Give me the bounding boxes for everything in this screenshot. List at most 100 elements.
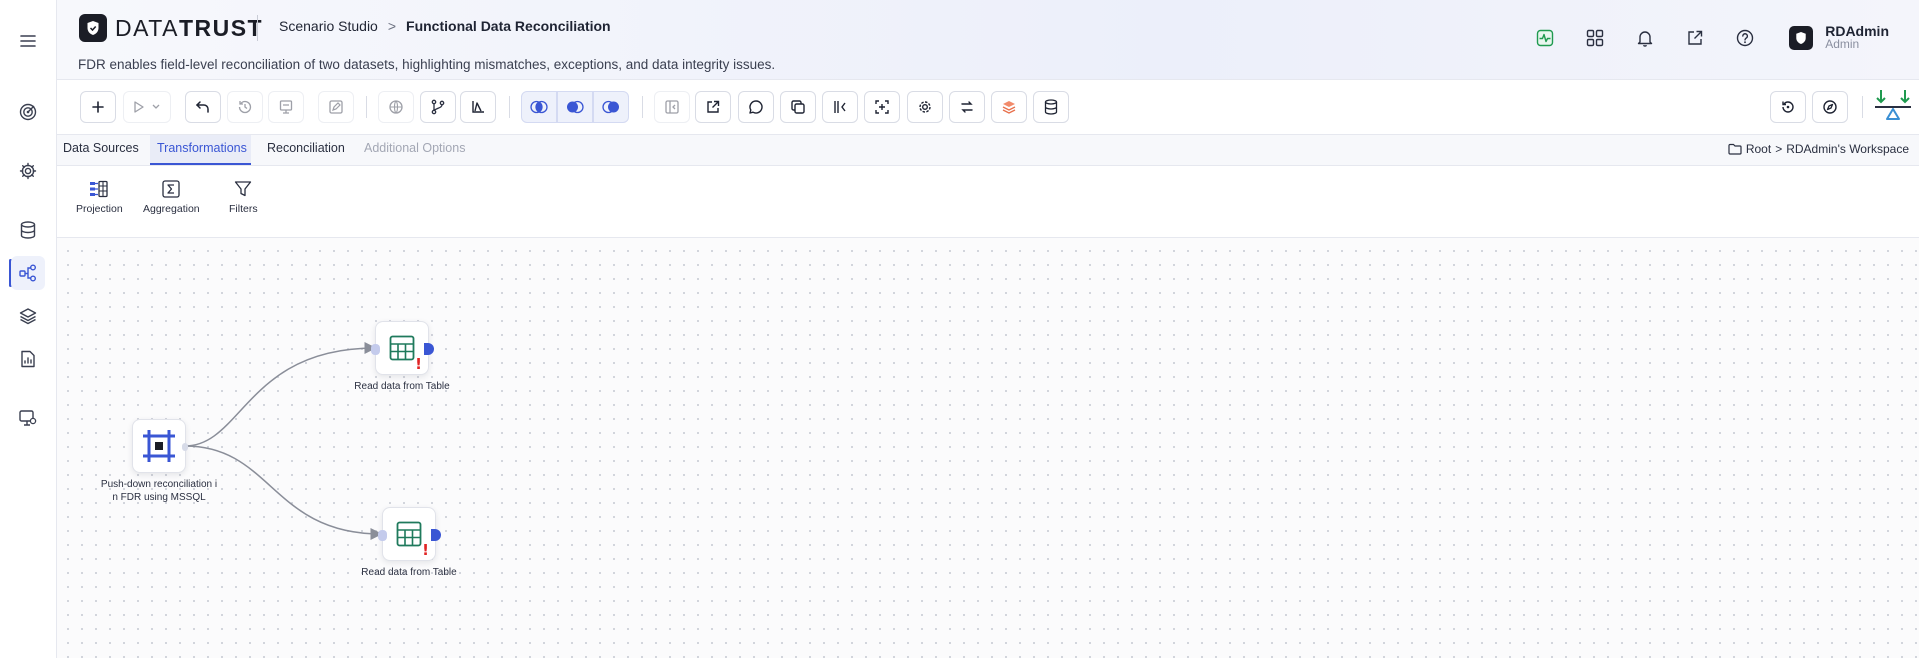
database-icon[interactable]: [11, 213, 45, 247]
filter-icon: [235, 181, 252, 197]
user-menu[interactable]: RDAdmin Admin: [1789, 24, 1889, 51]
user-role: Admin: [1825, 37, 1860, 51]
bell-icon[interactable]: [1633, 26, 1657, 50]
breadcrumb-studio[interactable]: Scenario Studio: [279, 18, 378, 34]
config-button[interactable]: [907, 91, 943, 123]
brand-name: DATATRUST: [115, 14, 264, 41]
tab-transformations[interactable]: Transformations: [157, 141, 247, 155]
tab-data-sources[interactable]: Data Sources: [63, 141, 139, 155]
palette-label: Filters: [229, 203, 258, 215]
breadcrumb-current: Functional Data Reconciliation: [406, 18, 611, 34]
deploy-button[interactable]: [268, 91, 304, 123]
toolbar-divider: [366, 96, 367, 118]
user-shield-icon: [1789, 25, 1814, 50]
warning-icon[interactable]: !: [422, 541, 429, 559]
right-join-button[interactable]: [593, 91, 629, 123]
page-description: FDR enables field-level reconciliation o…: [78, 57, 776, 72]
connection-wires: [184, 342, 383, 540]
palette-projection[interactable]: Projection: [76, 180, 123, 215]
toolbar-divider: [509, 96, 510, 118]
edge-to-read1: [184, 342, 377, 447]
help-icon[interactable]: [1733, 26, 1757, 50]
apps-grid-icon[interactable]: [1583, 26, 1607, 50]
breadcrumb: Scenario Studio > Functional Data Reconc…: [279, 18, 611, 34]
app-header: DATATRUST Scenario Studio > Functional D…: [57, 0, 1919, 80]
edit-button[interactable]: [318, 91, 354, 123]
compass-button[interactable]: [1812, 91, 1848, 123]
left-join-button[interactable]: [557, 91, 593, 123]
open-external-button[interactable]: [695, 91, 731, 123]
workspace-name[interactable]: RDAdmin's Workspace: [1786, 142, 1909, 156]
palette-aggregation[interactable]: Aggregation: [143, 180, 200, 215]
palette-filters[interactable]: Filters: [229, 180, 258, 215]
reconcile-node-icon: [143, 430, 175, 462]
source-node[interactable]: [132, 419, 188, 473]
toolbar-divider: [1862, 96, 1863, 118]
chart-button[interactable]: [460, 91, 496, 123]
menu-icon[interactable]: [11, 24, 45, 58]
tab-active-underline: [150, 163, 251, 165]
toolbar-divider: [642, 96, 643, 118]
settings-icon[interactable]: [11, 154, 45, 188]
read-table-node-2[interactable]: !: [378, 507, 441, 561]
header-divider: [257, 15, 258, 41]
shield-logo-icon: [79, 14, 107, 42]
source-node-label: Push-down reconciliation i n FDR using M…: [99, 478, 219, 504]
history-button[interactable]: [227, 91, 263, 123]
branch-button[interactable]: [420, 91, 456, 123]
tab-reconciliation[interactable]: Reconciliation: [267, 141, 345, 155]
target-icon[interactable]: [11, 95, 45, 129]
palette-label: Projection: [76, 203, 123, 215]
toolbar: [57, 80, 1919, 135]
activity-icon[interactable]: [1533, 26, 1557, 50]
output-port[interactable]: [182, 443, 188, 451]
restore-button[interactable]: [1770, 91, 1806, 123]
input-port[interactable]: [378, 530, 387, 541]
stack-button[interactable]: [991, 91, 1027, 123]
transfer-button[interactable]: [949, 91, 985, 123]
run-dropdown-button[interactable]: [123, 91, 171, 123]
workspace-root[interactable]: Root: [1746, 142, 1771, 156]
globe-button[interactable]: [378, 91, 414, 123]
breadcrumb-separator: >: [387, 18, 397, 34]
label-line: Push-down reconciliation i: [100, 479, 218, 490]
user-info: RDAdmin Admin: [1825, 24, 1889, 51]
inner-join-button[interactable]: [521, 91, 557, 123]
align-button[interactable]: [822, 91, 858, 123]
read-table-node-1[interactable]: !: [371, 321, 434, 375]
folder-icon: [1728, 143, 1742, 155]
copy-button[interactable]: [780, 91, 816, 123]
table-icon: [389, 335, 415, 361]
collapse-panel-button[interactable]: [654, 91, 690, 123]
projection-icon: [90, 180, 108, 198]
left-rail: [0, 0, 57, 658]
workflow-canvas[interactable]: Push-down reconciliation i n FDR using M…: [57, 238, 1919, 658]
workflow-icon[interactable]: [11, 256, 45, 290]
input-port[interactable]: [371, 344, 380, 355]
read-table-node-2-label: Read data from Table: [361, 567, 457, 578]
user-name: RDAdmin: [1825, 23, 1889, 39]
workspace-path[interactable]: Root > RDAdmin's Workspace: [1728, 142, 1909, 156]
add-button[interactable]: [80, 91, 116, 123]
layers-icon[interactable]: [11, 299, 45, 333]
warning-icon[interactable]: !: [415, 355, 422, 373]
undo-button[interactable]: [185, 91, 221, 123]
sigma-icon: [162, 180, 180, 198]
external-link-icon[interactable]: [1683, 26, 1707, 50]
label-line: n FDR using MSSQL: [112, 492, 206, 503]
fit-view-button[interactable]: [864, 91, 900, 123]
database-button[interactable]: [1033, 91, 1069, 123]
workspace-path-separator: >: [1775, 142, 1783, 156]
header-actions: [1533, 26, 1757, 50]
report-icon[interactable]: [11, 342, 45, 376]
tab-additional-options: Additional Options: [364, 141, 466, 155]
read-table-node-1-label: Read data from Table: [354, 381, 450, 392]
transform-palette: Projection Aggregation Filters: [57, 166, 1919, 238]
reconcile-balance-icon[interactable]: [1873, 88, 1913, 128]
tab-bar: Data Sources Transformations Reconciliat…: [57, 135, 1919, 166]
table-icon: [396, 521, 422, 547]
monitor-settings-icon[interactable]: [11, 401, 45, 435]
brand-logo[interactable]: DATATRUST: [79, 14, 263, 42]
palette-label: Aggregation: [143, 203, 200, 215]
comment-button[interactable]: [738, 91, 774, 123]
